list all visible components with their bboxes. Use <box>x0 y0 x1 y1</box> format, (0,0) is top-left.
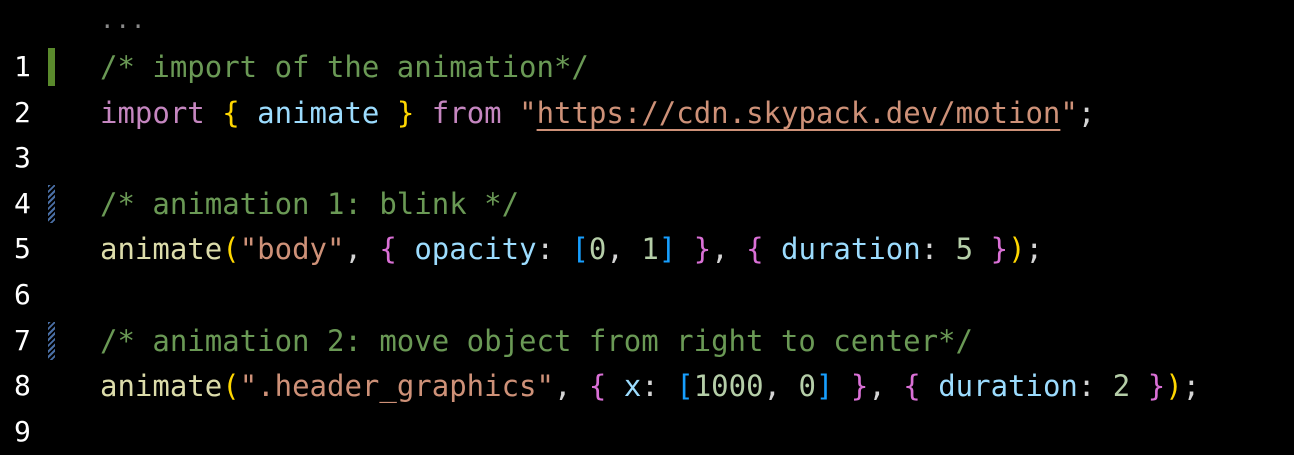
code-line[interactable]: 8 animate(".header_graphics", { x: [1000,… <box>0 363 1294 409</box>
code-token: } <box>396 95 415 130</box>
code-token: from <box>431 95 502 130</box>
code-token: ( <box>222 232 240 267</box>
code-token: ] <box>658 232 677 267</box>
code-token: } <box>693 232 712 267</box>
code-token: { <box>222 95 240 130</box>
code-token: " <box>519 95 537 130</box>
code-token: ; <box>1077 95 1096 130</box>
code-editor[interactable]: ... 1 /* import of the animation*/ 2 import… <box>0 0 1294 452</box>
code-token: { <box>379 232 397 267</box>
code-token: 0 <box>588 232 607 267</box>
code-token: [ <box>676 369 694 404</box>
code-token: , <box>868 369 904 404</box>
code-line[interactable]: 3 <box>0 135 1294 181</box>
code-token: , <box>553 369 589 404</box>
code-token: animate <box>100 369 223 404</box>
code-token: 1000 <box>693 369 764 404</box>
code-token: , <box>711 232 747 267</box>
line-content[interactable]: import { animate } from "https://cdn.sky… <box>100 90 1095 136</box>
code-token: } <box>990 232 1009 267</box>
line-number: 8 <box>14 369 31 403</box>
code-token: ; <box>1182 369 1201 404</box>
code-token: [ <box>571 232 589 267</box>
line-content[interactable]: animate(".header_graphics", { x: [1000, … <box>100 363 1200 409</box>
code-line[interactable]: 7 /* animation 2: move object from right … <box>0 318 1294 364</box>
code-line[interactable]: 6 <box>0 272 1294 318</box>
code-token: /* animation 1: blink */ <box>100 186 520 221</box>
code-token: import <box>100 95 205 130</box>
code-token: , <box>763 369 799 404</box>
line-number: 7 <box>14 323 31 357</box>
code-line[interactable]: 2 import { animate } from "https://cdn.sk… <box>0 90 1294 136</box>
line-number: 9 <box>14 414 31 448</box>
line-number: 4 <box>14 186 31 220</box>
url-link[interactable]: https://cdn.skypack.dev/motion <box>537 96 1061 130</box>
code-token: ( <box>222 369 240 404</box>
code-line[interactable]: 4 /* animation 1: blink */ <box>0 181 1294 227</box>
code-token: ) <box>1165 369 1183 404</box>
code-token: ) <box>1008 232 1026 267</box>
code-line[interactable]: 1 /* import of the animation*/ <box>0 44 1294 90</box>
code-token: /* animation 2: move object from right t… <box>100 323 973 358</box>
code-token: /* import of the animation*/ <box>100 50 589 84</box>
line-number: 5 <box>14 232 31 266</box>
code-token: 0 <box>798 369 816 404</box>
code-token: duration <box>781 232 921 267</box>
line-content[interactable]: /* animation 2: move object from right t… <box>100 318 973 364</box>
line-number: 3 <box>14 141 31 175</box>
code-token: animate <box>100 232 223 267</box>
gutter-modified-marker[interactable] <box>48 184 55 223</box>
line-content[interactable]: /* import of the animation*/ <box>100 44 589 90</box>
gutter-added-marker[interactable] <box>48 48 55 86</box>
code-token: : <box>1077 369 1113 404</box>
code-token: { <box>903 369 921 404</box>
code-token: " <box>1060 95 1078 130</box>
code-token: { <box>588 369 607 404</box>
code-token: 1 <box>641 232 659 267</box>
code-token: animate <box>257 95 380 130</box>
code-token: } <box>850 369 869 404</box>
line-number: 6 <box>14 278 31 311</box>
gutter-modified-marker[interactable] <box>48 321 55 360</box>
code-token: "body" <box>239 232 345 267</box>
code-token: x <box>623 369 642 404</box>
line-number: 2 <box>14 95 31 129</box>
folded-region-indicator[interactable]: ... <box>100 0 146 40</box>
line-content[interactable]: animate("body", { opacity: [0, 1] }, { d… <box>100 226 1043 272</box>
code-line[interactable]: 9 <box>0 409 1294 455</box>
code-token: opacity <box>414 232 537 267</box>
code-token: , <box>606 232 642 267</box>
code-token: 5 <box>955 232 974 267</box>
code-token: : <box>920 232 956 267</box>
code-token: ".header_graphics" <box>239 369 554 404</box>
code-token: 2 <box>1112 369 1131 404</box>
code-token: : <box>536 232 572 267</box>
line-content[interactable]: /* animation 1: blink */ <box>100 181 519 227</box>
code-token: , <box>344 232 380 267</box>
code-token: ; <box>1025 232 1043 267</box>
code-line[interactable]: 5 animate("body", { opacity: [0, 1] }, { … <box>0 226 1294 272</box>
code-token: { <box>746 232 764 267</box>
line-number: 1 <box>14 50 31 83</box>
code-token: ] <box>815 369 834 404</box>
code-token: } <box>1147 369 1166 404</box>
code-token: : <box>641 369 677 404</box>
code-token: duration <box>938 369 1078 404</box>
